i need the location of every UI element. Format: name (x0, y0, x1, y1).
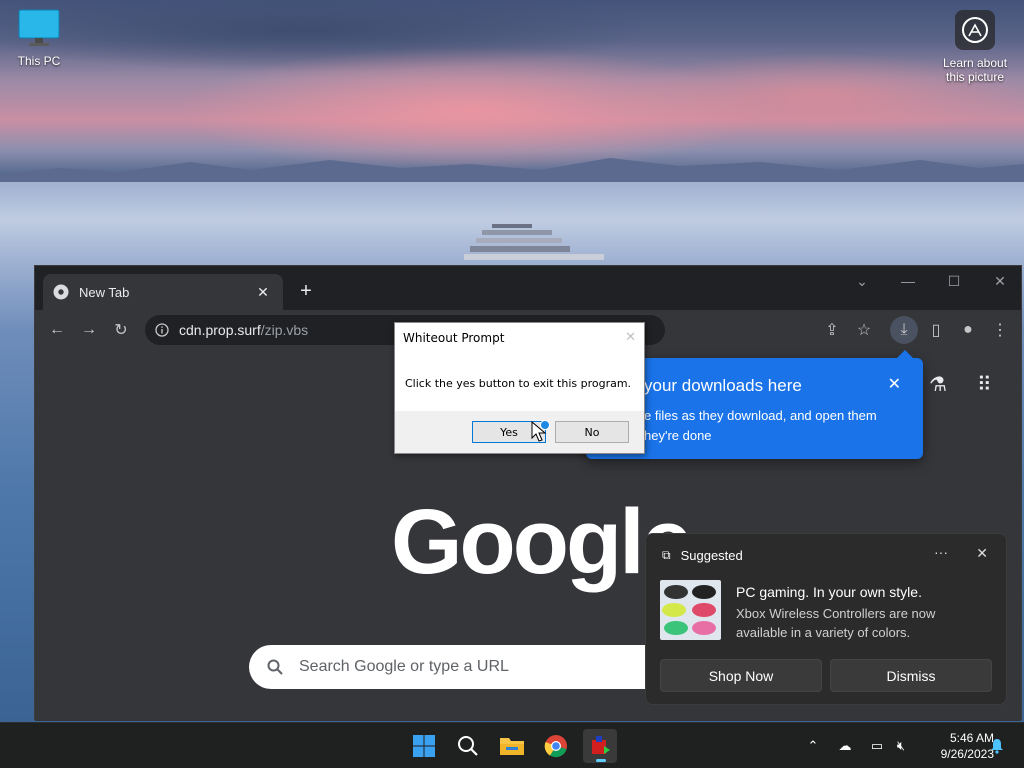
side-panel-icon[interactable]: ▯ (922, 316, 950, 344)
forward-arrow-icon[interactable]: → (75, 316, 103, 344)
shop-now-button[interactable]: Shop Now (660, 659, 822, 692)
widgets-icon: ⧉ (662, 548, 671, 562)
minimize-button[interactable]: — (885, 266, 931, 296)
apps-grid-icon[interactable]: ⠿ (977, 372, 1001, 396)
whiteout-prompt-dialog: Whiteout Prompt ✕ Click the yes button t… (394, 322, 645, 454)
no-button[interactable]: No (555, 421, 629, 443)
chevron-down-icon[interactable]: ⌄ (839, 266, 885, 296)
volume-muted-icon[interactable]: 🔇︎ (890, 735, 912, 757)
tab-new-tab[interactable]: New Tab ✕ (43, 274, 283, 310)
dialog-message: Click the yes button to exit this progra… (395, 353, 644, 411)
url-domain: cdn.prop.surf (179, 322, 261, 338)
back-arrow-icon[interactable]: ← (43, 316, 71, 344)
downloads-bubble-title: your downloads here (644, 376, 802, 395)
dismiss-button[interactable]: Dismiss (830, 659, 992, 692)
close-icon[interactable]: ✕ (625, 330, 636, 345)
suggested-notification: ⧉ Suggested ··· ✕ PC gaming. In your own… (645, 533, 1007, 705)
pier-structure (464, 224, 604, 260)
desktop-icon-label: This PC (17, 54, 61, 68)
reload-icon[interactable]: ↻ (107, 316, 135, 344)
new-tab-button[interactable]: + (293, 278, 319, 304)
toast-header-label: Suggested (680, 548, 743, 563)
search-icon (267, 659, 283, 675)
notification-bell-icon[interactable] (986, 735, 1008, 757)
search-placeholder: Search Google or type a URL (299, 658, 509, 675)
mouse-cursor-icon (531, 420, 550, 442)
close-icon[interactable]: ✕ (888, 374, 901, 394)
camera-icon (955, 10, 995, 50)
downloads-bubble-body: e files as they download, and open them … (644, 408, 877, 443)
system-clock[interactable]: 5:46 AM 9/26/2023 (918, 730, 994, 762)
controllers-image (660, 580, 721, 640)
mountains-silhouette (0, 158, 1024, 182)
taskbar: ⌃ ☁ ▭ 🔇︎ 5:46 AM 9/26/2023 (0, 722, 1024, 768)
desktop-icon-learn-about-picture[interactable]: Learn about this picture (934, 10, 1016, 84)
toast-body: Xbox Wireless Controllers are now availa… (736, 606, 936, 640)
computer-monitor-icon (18, 9, 60, 46)
desktop-icon-label: Learn about this picture (942, 56, 1008, 84)
chevron-up-icon[interactable]: ⌃ (802, 735, 824, 757)
running-app-icon[interactable] (583, 729, 617, 763)
start-icon[interactable] (407, 729, 441, 763)
search-icon[interactable] (451, 729, 485, 763)
desktop-icon-this-pc[interactable]: This PC (8, 8, 70, 68)
clock-time: 5:46 AM (949, 731, 994, 745)
more-options-icon[interactable]: ··· (934, 544, 948, 560)
close-window-button[interactable]: ✕ (977, 266, 1023, 296)
share-icon[interactable]: ⇪ (818, 316, 846, 344)
tab-strip: New Tab ✕ + ⌄ — ☐ ✕ (35, 266, 1021, 310)
network-icon[interactable]: ▭ (866, 735, 888, 757)
maximize-button[interactable]: ☐ (931, 266, 977, 296)
chrome-icon[interactable] (539, 729, 573, 763)
info-icon (155, 323, 169, 337)
close-icon[interactable]: ✕ (253, 284, 273, 301)
toast-header: ⧉ Suggested (662, 548, 743, 563)
menu-kebab-icon[interactable]: ⋮ (986, 316, 1014, 344)
bookmark-star-icon[interactable]: ☆ (850, 316, 878, 344)
chrome-icon (53, 284, 69, 300)
download-icon[interactable]: ⤓ (890, 316, 918, 344)
toast-title: PC gaming. In your own style. (736, 584, 922, 600)
dialog-title: Whiteout Prompt (395, 323, 644, 353)
labs-flask-icon[interactable]: ⚗ (929, 372, 953, 396)
onedrive-cloud-icon[interactable]: ☁ (834, 735, 856, 757)
file-explorer-icon[interactable] (495, 729, 529, 763)
active-app-indicator (596, 759, 606, 762)
clock-date: 9/26/2023 (940, 747, 994, 761)
url-path: /zip.vbs (260, 322, 309, 338)
profile-avatar-icon[interactable]: ● (954, 316, 982, 344)
tab-title: New Tab (79, 284, 130, 300)
close-icon[interactable]: ✕ (976, 545, 988, 562)
